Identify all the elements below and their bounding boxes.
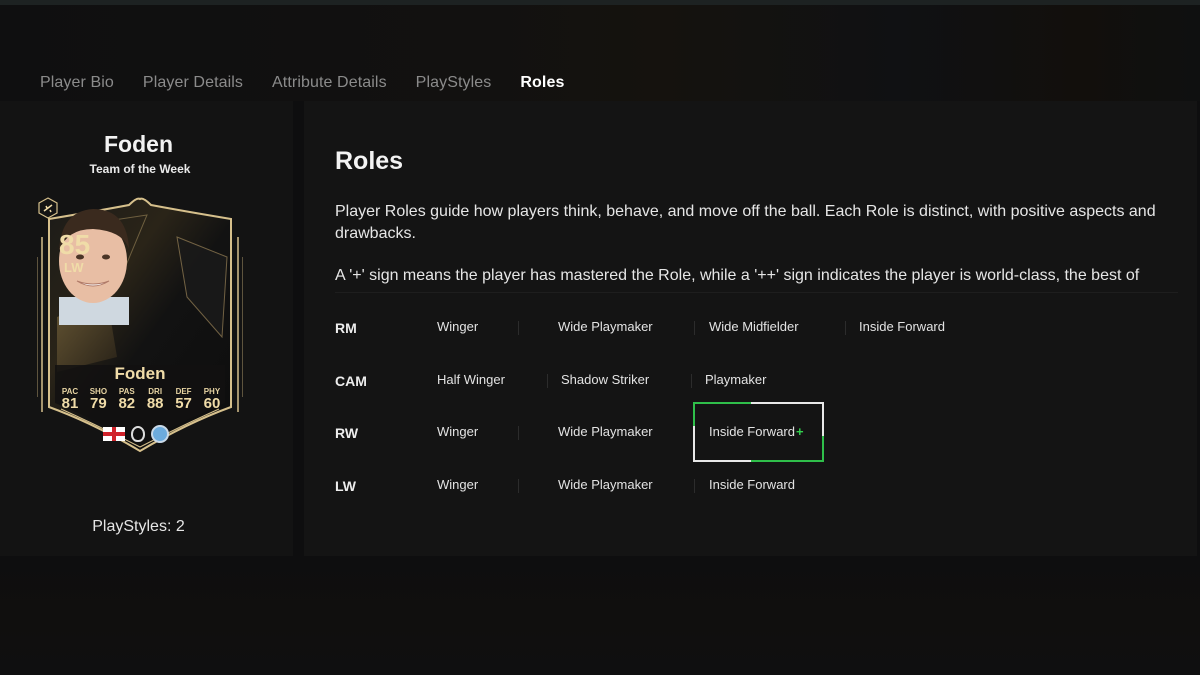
separator [518, 479, 519, 493]
role-option[interactable]: Winger [437, 477, 478, 492]
tab-attribute-details[interactable]: Attribute Details [272, 74, 387, 92]
role-position: RM [335, 320, 357, 336]
manchester-city-badge-icon [151, 425, 169, 443]
highlight-edge [693, 402, 695, 426]
stat-phy: PHY 60 [199, 387, 225, 412]
card-badges [103, 425, 169, 443]
tab-player-details[interactable]: Player Details [143, 74, 243, 92]
separator [691, 374, 692, 388]
premier-league-icon [131, 426, 145, 442]
highlight-edge [822, 402, 824, 436]
role-position: LW [335, 478, 356, 494]
role-option[interactable]: Half Winger [437, 372, 505, 387]
role-name: Inside Forward [709, 424, 795, 439]
tab-playstyles[interactable]: PlayStyles [416, 74, 492, 92]
separator [547, 374, 548, 388]
role-option[interactable]: Winger [437, 424, 478, 439]
separator [694, 321, 695, 335]
stat-pas: PAS 82 [114, 387, 140, 412]
tab-bar: Player Bio Player Details Attribute Deta… [40, 74, 593, 92]
highlight-edge [822, 436, 824, 462]
separator [518, 321, 519, 335]
role-row-lw: LW Winger Wide Playmaker Inside Forward [335, 472, 1185, 502]
highlight-edge [693, 402, 751, 404]
role-option[interactable]: Inside Forward [709, 477, 795, 492]
role-option-selected[interactable]: Inside Forward+ [709, 424, 804, 439]
role-position: RW [335, 425, 359, 441]
roles-description: Player Roles guide how players think, be… [335, 203, 1156, 242]
roles-panel: Roles Player Roles guide how players thi… [304, 101, 1197, 556]
player-name: Foden [104, 131, 173, 157]
mastered-plus-icon: + [795, 424, 804, 439]
playstyle-plus-icon [38, 197, 58, 219]
role-option[interactable]: Wide Midfielder [709, 319, 799, 334]
divider [335, 292, 1178, 293]
role-option[interactable]: Shadow Striker [561, 372, 649, 387]
highlight-edge [751, 460, 824, 462]
roles-title: Roles [335, 147, 404, 175]
stat-pac: PAC 81 [57, 387, 83, 412]
separator [518, 426, 519, 440]
role-option[interactable]: Wide Playmaker [558, 424, 653, 439]
stat-value: 60 [203, 395, 221, 412]
roles-note: A '+' sign means the player has mastered… [335, 267, 1140, 284]
role-option[interactable]: Wide Playmaker [558, 319, 653, 334]
role-option[interactable]: Inside Forward [859, 319, 945, 334]
role-position: CAM [335, 373, 367, 389]
role-row-rm: RM Winger Wide Playmaker Wide Midfielder… [335, 314, 1185, 344]
player-panel: Foden Team of the Week 85 LW Foden PAC 8… [0, 101, 293, 556]
player-card: 85 LW Foden PAC 81 SHO 79 PAS 82 DRI 88 DEF 5… [37, 197, 243, 457]
stat-value: 81 [61, 395, 79, 412]
stat-value: 57 [175, 395, 192, 412]
tab-roles[interactable]: Roles [520, 74, 564, 92]
stat-dri: DRI 88 [142, 387, 168, 412]
player-card-type: Team of the Week [89, 162, 191, 176]
stat-value: 88 [146, 395, 164, 412]
stat-sho: SHO 79 [85, 387, 111, 412]
separator [845, 321, 846, 335]
card-stats: PAC 81 SHO 79 PAS 82 DRI 88 DEF 57 PHY 60 [57, 387, 225, 412]
tab-player-bio[interactable]: Player Bio [40, 74, 114, 92]
separator [694, 479, 695, 493]
role-option[interactable]: Playmaker [705, 372, 766, 387]
bottom-background [0, 556, 1200, 675]
role-option[interactable]: Winger [437, 319, 478, 334]
stat-def: DEF 57 [171, 387, 197, 412]
role-option[interactable]: Wide Playmaker [558, 477, 653, 492]
highlight-edge [751, 402, 824, 404]
england-flag-icon [103, 427, 125, 441]
stat-value: 79 [90, 395, 107, 412]
stat-value: 82 [118, 395, 136, 412]
card-rating: 85 [59, 229, 91, 260]
card-player-name: Foden [114, 364, 166, 383]
highlight-edge [693, 460, 751, 462]
card-position: LW [64, 260, 84, 275]
playstyles-count: PlayStyles: 2 [92, 518, 185, 535]
role-row-rw: RW Winger Wide Playmaker Inside Forward+ [335, 402, 1185, 462]
highlight-edge [693, 426, 695, 462]
role-row-cam: CAM Half Winger Shadow Striker Playmaker [335, 367, 1185, 397]
